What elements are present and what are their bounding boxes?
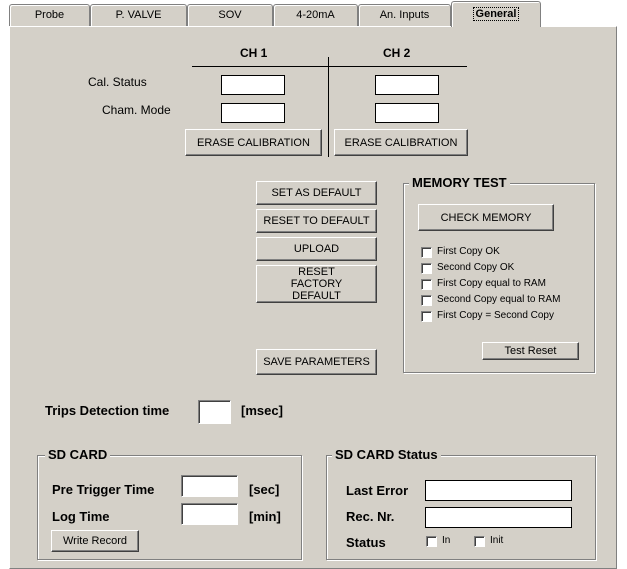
channel-header-rule — [192, 66, 467, 67]
pre-trigger-label: Pre Trigger Time — [52, 482, 155, 497]
ch2-cal-status-field[interactable] — [375, 75, 439, 95]
ch2-cham-mode-field[interactable] — [375, 103, 439, 123]
upload-button[interactable]: UPLOAD — [256, 237, 377, 261]
tab-4-20ma[interactable]: 4-20mA — [273, 4, 358, 26]
tab-general-label: General — [472, 7, 520, 21]
rec-nr-field[interactable] — [425, 507, 572, 528]
ch1-header: CH 1 — [240, 46, 268, 60]
reset-factory-default-button[interactable]: RESET FACTORY DEFAULT — [256, 265, 377, 303]
tab-probe[interactable]: Probe — [9, 4, 90, 26]
status-in-label: In — [442, 535, 451, 546]
second-copy-ok-checkbox[interactable] — [421, 263, 432, 274]
first-copy-ok-checkbox[interactable] — [421, 247, 432, 258]
trips-detection-unit: [msec] — [241, 403, 283, 418]
second-copy-ram-checkbox[interactable] — [421, 295, 432, 306]
status-init-label: Init — [490, 535, 504, 546]
second-copy-ok-label: Second Copy OK — [437, 262, 515, 273]
last-error-field[interactable] — [425, 480, 572, 501]
sd-card-title: SD CARD — [45, 447, 111, 462]
save-parameters-button[interactable]: SAVE PARAMETERS — [256, 349, 377, 375]
tab-general[interactable]: General — [451, 1, 541, 27]
first-copy-ram-checkbox[interactable] — [421, 279, 432, 290]
memory-test-title: MEMORY TEST — [409, 175, 510, 190]
write-record-button[interactable]: Write Record — [51, 530, 139, 552]
check-memory-button[interactable]: CHECK MEMORY — [418, 204, 554, 231]
rec-nr-label: Rec. Nr. — [346, 509, 395, 524]
second-copy-ram-label: Second Copy equal to RAM — [437, 294, 561, 305]
cham-mode-label: Cham. Mode — [102, 103, 171, 117]
first-copy-ok-label: First Copy OK — [437, 246, 500, 257]
cal-status-label: Cal. Status — [88, 75, 147, 89]
erase-calibration-ch1-button[interactable]: ERASE CALIBRATION — [185, 129, 322, 156]
first-equals-second-checkbox[interactable] — [421, 311, 432, 322]
pre-trigger-field[interactable] — [181, 475, 238, 497]
last-error-label: Last Error — [346, 483, 409, 498]
trips-detection-label: Trips Detection time — [45, 403, 170, 418]
log-time-field[interactable] — [181, 503, 238, 525]
log-time-label: Log Time — [52, 509, 110, 524]
log-time-unit: [min] — [249, 509, 281, 524]
channel-divider — [328, 57, 329, 157]
sd-status-title: SD CARD Status — [332, 447, 441, 462]
tab-sov[interactable]: SOV — [187, 4, 273, 26]
set-as-default-button[interactable]: SET AS DEFAULT — [256, 181, 377, 205]
pre-trigger-unit: [sec] — [249, 482, 280, 497]
status-label: Status — [346, 535, 386, 550]
ch1-cal-status-field[interactable] — [221, 75, 285, 95]
ch2-header: CH 2 — [383, 46, 411, 60]
tab-p-valve[interactable]: P. VALVE — [90, 4, 187, 26]
reset-to-default-button[interactable]: RESET TO DEFAULT — [256, 209, 377, 233]
test-reset-button[interactable]: Test Reset — [482, 342, 579, 360]
ch1-cham-mode-field[interactable] — [221, 103, 285, 123]
tab-an-inputs[interactable]: An. Inputs — [358, 4, 451, 26]
status-init-checkbox[interactable] — [474, 536, 485, 547]
trips-detection-field[interactable] — [198, 400, 231, 424]
status-in-checkbox[interactable] — [426, 536, 437, 547]
erase-calibration-ch2-button[interactable]: ERASE CALIBRATION — [334, 129, 468, 156]
first-copy-ram-label: First Copy equal to RAM — [437, 278, 546, 289]
first-equals-second-label: First Copy = Second Copy — [437, 310, 554, 321]
